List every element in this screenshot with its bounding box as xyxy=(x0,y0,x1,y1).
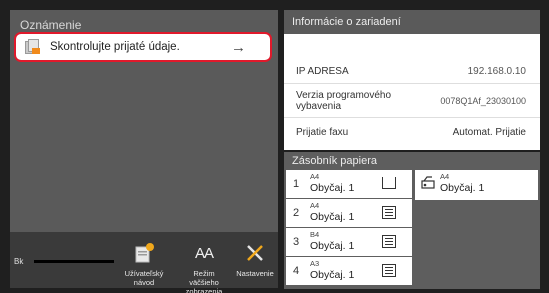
tray-row-3[interactable]: 3 B4 Obyčaj. 1 xyxy=(286,228,412,256)
zoom-view-button[interactable]: AA Režim väčšieho zobrazenia xyxy=(178,236,230,293)
received-data-icon xyxy=(24,39,40,55)
tray-paper-size: B4 xyxy=(310,230,320,239)
tray-number: 4 xyxy=(293,265,300,277)
info-value: 192.168.0.10 xyxy=(467,66,526,77)
paper-tray-panel: Zásobník papiera 1 A4 Obyčaj. 1 2 A4 Oby… xyxy=(284,152,540,289)
tray-row-4[interactable]: 4 A3 Obyčaj. 1 xyxy=(286,257,412,285)
tray-paper-type: Obyčaj. 1 xyxy=(310,269,355,281)
tray-paper-size: A4 xyxy=(310,201,320,210)
bypass-paper-size: A4 xyxy=(440,172,450,181)
tray-empty-icon xyxy=(382,177,396,189)
paper-tray-title: Zásobník papiera xyxy=(284,152,540,170)
tray-row-1[interactable]: 1 A4 Obyčaj. 1 xyxy=(286,170,412,198)
tray-paper-size: A3 xyxy=(310,259,320,268)
settings-tools-icon xyxy=(232,240,278,266)
bypass-paper-type: Obyčaj. 1 xyxy=(440,182,485,194)
zoom-view-label: Režim väčšieho zobrazenia xyxy=(185,269,223,293)
zoom-view-icon: AA xyxy=(178,240,230,266)
user-guide-label: Užívateľský návod xyxy=(124,269,164,287)
tray-paper-icon xyxy=(382,206,396,219)
zoom-view-glyph: AA xyxy=(194,244,214,262)
tray-list: 1 A4 Obyčaj. 1 2 A4 Obyčaj. 1 3 B4 Obyča… xyxy=(286,170,412,286)
device-info-panel: Informácie o zariadení IP ADRESA 192.168… xyxy=(284,10,540,150)
home-screen: Oznámenie Skontrolujte prijaté údaje. → … xyxy=(0,0,549,293)
tray-paper-icon xyxy=(382,264,396,277)
toner-level-label: Bk xyxy=(14,257,24,266)
tray-paper-size: A4 xyxy=(310,172,320,181)
info-row-firmware-version: Verzia programového vybavenia 0078Q1Af_2… xyxy=(284,84,540,118)
info-key: Prijatie faxu xyxy=(296,126,349,138)
user-guide-button[interactable]: Užívateľský návod xyxy=(118,236,170,288)
bottom-toolbar: Bk Užívateľský návod AA Režim väčšieho z… xyxy=(10,232,278,293)
notification-panel: Oznámenie Skontrolujte prijaté údaje. → xyxy=(10,10,278,232)
device-info-title: Informácie o zariadení xyxy=(284,10,540,34)
tray-number: 1 xyxy=(293,178,300,190)
arrow-right-icon: → xyxy=(231,38,246,56)
info-value: 0078Q1Af_23030100 xyxy=(440,95,526,106)
info-key: Verzia programového vybavenia xyxy=(296,89,392,112)
info-row-ip-address: IP ADRESA 192.168.0.10 xyxy=(284,60,540,84)
tray-paper-type: Obyčaj. 1 xyxy=(310,182,355,194)
tray-row-2[interactable]: 2 A4 Obyčaj. 1 xyxy=(286,199,412,227)
tray-number: 2 xyxy=(293,207,300,219)
settings-button[interactable]: Nastavenie xyxy=(232,236,278,288)
notification-item-label: Skontrolujte prijaté údaje. xyxy=(50,41,180,53)
tray-paper-icon xyxy=(382,235,396,248)
settings-label: Nastavenie xyxy=(236,269,274,278)
user-guide-icon xyxy=(118,240,170,266)
tray-number: 3 xyxy=(293,236,300,248)
info-row-fax-reception: Prijatie faxu Automat. Prijatie xyxy=(284,118,540,146)
tray-paper-type: Obyčaj. 1 xyxy=(310,211,355,223)
bypass-tray-icon xyxy=(421,176,435,190)
info-value: Automat. Prijatie xyxy=(452,126,526,138)
toner-level-bar xyxy=(34,260,114,263)
notification-panel-title: Oznámenie xyxy=(20,18,82,32)
notification-item-check-received-data[interactable]: Skontrolujte prijaté údaje. → xyxy=(14,32,272,62)
bypass-tray[interactable]: A4 Obyčaj. 1 xyxy=(415,170,538,200)
tray-paper-type: Obyčaj. 1 xyxy=(310,240,355,252)
info-key: IP ADRESA xyxy=(296,66,349,77)
